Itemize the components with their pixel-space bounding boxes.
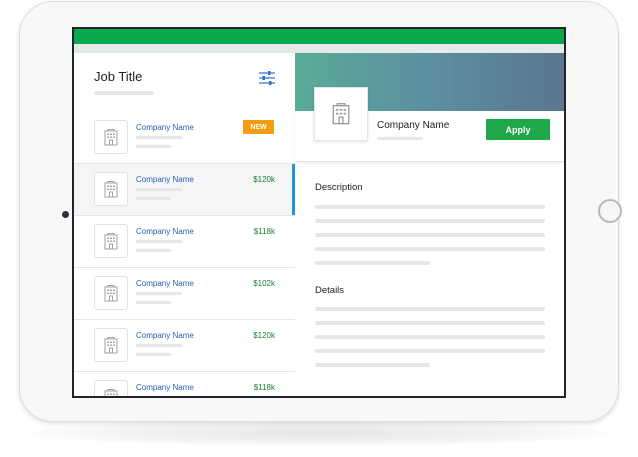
apply-button[interactable]: Apply [486,119,550,140]
top-bar-strip [74,44,564,53]
building-icon [104,180,118,197]
job-list-item[interactable]: Company Name NEW [74,112,295,164]
job-line-placeholder [136,240,182,243]
building-icon [104,388,118,396]
company-logo-large [314,87,368,141]
job-list-panel: Job Title Company Name NEW Company Name … [74,53,296,398]
job-list-item[interactable]: Company Name $102k [74,268,295,320]
description-line [315,233,545,237]
salary-label: $118k [253,227,275,236]
company-logo [94,120,128,154]
description-heading: Description [315,182,363,193]
description-line [315,219,545,223]
sliders-icon[interactable] [259,71,275,85]
building-icon [104,284,118,301]
job-list-item[interactable]: Company Name $118k [74,372,295,398]
details-line [315,321,545,325]
job-line-placeholder [136,145,171,148]
job-list-item-selected[interactable]: Company Name $120k [74,164,295,216]
company-name-link[interactable]: Company Name [136,227,194,236]
company-logo [94,380,128,396]
company-logo [94,224,128,258]
salary-label: $102k [253,279,275,288]
company-name-link[interactable]: Company Name [136,331,194,340]
job-line-placeholder [136,344,182,347]
job-line-placeholder [136,197,171,200]
job-title: Job Title [94,69,143,84]
description-line [315,247,545,251]
company-name-link[interactable]: Company Name [136,123,194,132]
job-line-placeholder [136,353,171,356]
details-heading: Details [315,285,345,296]
building-icon [332,103,350,125]
tablet-shadow [30,420,608,446]
tablet-screen: Job Title Company Name NEW Company Name … [72,27,566,398]
new-badge: NEW [243,120,274,134]
job-line-placeholder [136,136,182,139]
details-line [315,335,545,339]
company-subtitle-placeholder [377,137,423,140]
job-line-placeholder [136,396,182,398]
job-list-item[interactable]: Company Name $120k [74,320,295,372]
details-line [315,363,430,367]
salary-label: $120k [253,331,275,340]
company-logo [94,172,128,206]
building-icon [104,336,118,353]
description-line [315,261,430,265]
description-line [315,205,545,209]
list-header: Job Title [74,53,295,113]
job-line-placeholder [136,301,171,304]
salary-label: $120k [253,175,275,184]
details-line [315,349,545,353]
company-logo [94,276,128,310]
company-name-link[interactable]: Company Name [136,175,194,184]
job-list-item[interactable]: Company Name $118k [74,216,295,268]
detail-company-name: Company Name [377,120,450,131]
job-line-placeholder [136,292,182,295]
building-icon [104,128,118,145]
camera-dot [62,211,69,218]
subtitle-placeholder [94,91,154,95]
salary-label: $118k [253,383,275,392]
company-name-link[interactable]: Company Name [136,383,194,392]
company-name-link[interactable]: Company Name [136,279,194,288]
job-line-placeholder [136,188,182,191]
home-button[interactable] [598,199,622,223]
job-line-placeholder [136,249,171,252]
building-icon [104,232,118,249]
app-top-bar [74,29,564,44]
company-logo [94,328,128,362]
details-line [315,307,545,311]
job-detail-panel: Company Name Apply Description Details [295,53,564,396]
